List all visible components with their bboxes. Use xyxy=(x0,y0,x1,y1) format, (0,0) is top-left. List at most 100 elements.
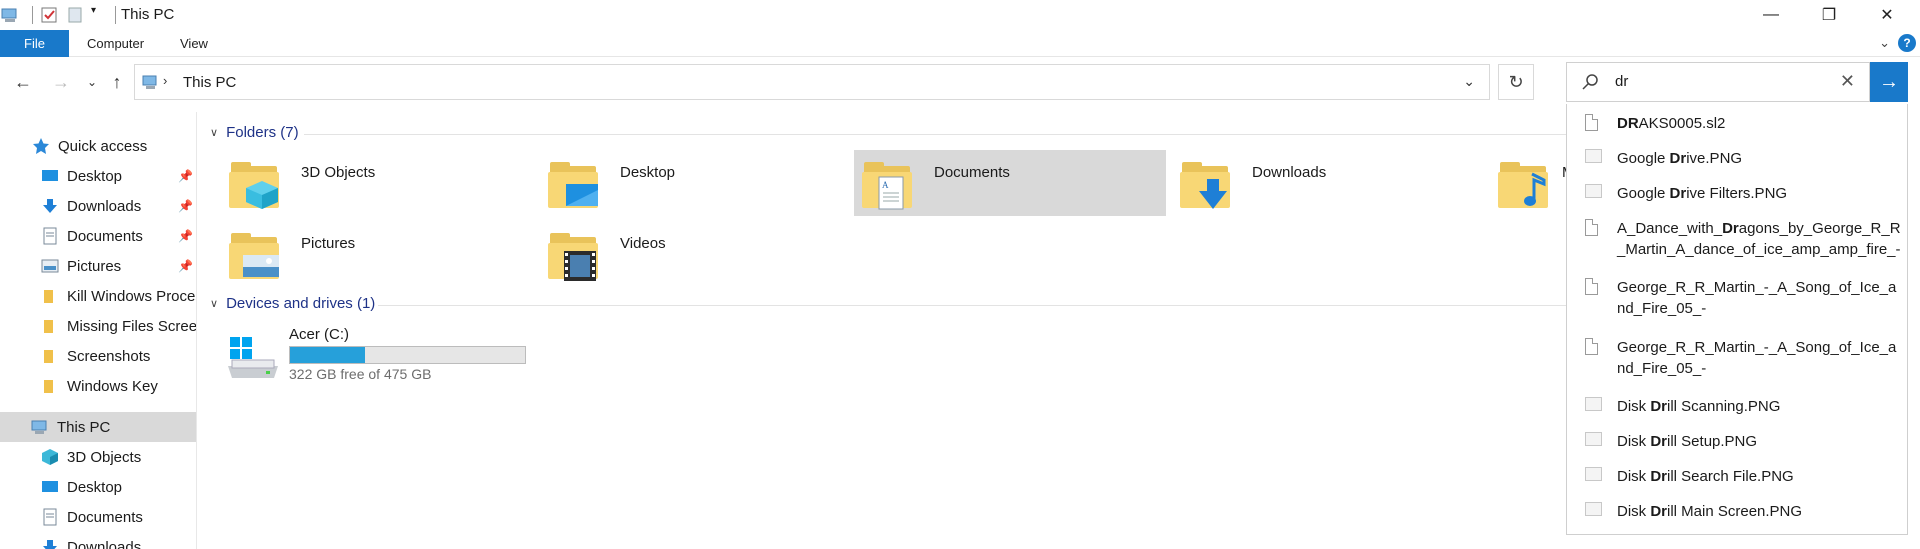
sidebar-item-desktop[interactable]: Desktop 📌 xyxy=(0,161,196,191)
folder-documents-icon: A xyxy=(862,158,914,210)
sidebar-item-downloads[interactable]: Downloads 📌 xyxy=(0,191,196,221)
folder-tile-videos[interactable]: Videos xyxy=(540,221,852,287)
sidebar-item-windows-key[interactable]: Windows Key xyxy=(0,371,196,401)
expand-ribbon-icon[interactable]: ⌄ xyxy=(1879,35,1890,51)
tab-view[interactable]: View xyxy=(180,30,208,57)
sidebar-item-downloads-pc[interactable]: Downloads xyxy=(0,532,196,549)
download-icon xyxy=(41,197,59,215)
pin-icon[interactable]: 📌 xyxy=(178,169,193,183)
recent-locations-button[interactable]: ⌄ xyxy=(78,68,106,96)
folder-tile-pictures[interactable]: Pictures xyxy=(221,221,533,287)
search-suggestion-item[interactable]: Disk Drill Setup.PNG xyxy=(1567,428,1907,463)
file-icon xyxy=(1585,219,1601,237)
sidebar-item-documents[interactable]: Documents 📌 xyxy=(0,221,196,251)
breadcrumb[interactable]: This PC xyxy=(183,74,236,91)
customize-toolbar-icon[interactable]: ▾ xyxy=(91,5,103,25)
search-suggestion-item[interactable]: Disk Drill Main Screen.PNG xyxy=(1567,498,1907,533)
pin-icon[interactable]: 📌 xyxy=(178,229,193,243)
address-bar[interactable]: › This PC ⌄ xyxy=(134,64,1490,100)
search-suggestion-label: Disk Drill Setup.PNG xyxy=(1617,433,1758,450)
folder-pictures-icon xyxy=(229,229,281,281)
folder-tile-desktop[interactable]: Desktop xyxy=(540,150,852,216)
sidebar-item-missing-files-screen[interactable]: Missing Files Screen xyxy=(0,311,196,341)
navigation-bar: ← → ⌄ ↑ › This PC ⌄ ↻ dr ✕ → xyxy=(0,62,1920,102)
sidebar-item-label: Downloads xyxy=(67,538,142,549)
sidebar-item-desktop-pc[interactable]: Desktop xyxy=(0,472,196,502)
pc-icon[interactable] xyxy=(0,5,20,25)
sidebar-item-documents-pc[interactable]: Documents xyxy=(0,502,196,532)
folder-tile-music[interactable]: M xyxy=(1490,150,1566,216)
new-folder-icon[interactable] xyxy=(65,5,85,25)
search-suggestion-label: George_R_R_Martin_-_A_Song_of_Ice_and_Fi… xyxy=(1617,339,1897,377)
search-suggestion-item[interactable]: Google Drive.PNG xyxy=(1567,145,1907,180)
sidebar-item-screenshots[interactable]: Screenshots xyxy=(0,341,196,371)
sidebar-item-3d-objects[interactable]: 3D Objects xyxy=(0,442,196,472)
svg-text:A: A xyxy=(882,180,889,190)
search-suggestion-item[interactable]: George_R_R_Martin_-_A_Song_of_Ice_and_Fi… xyxy=(1567,334,1907,393)
folder-tile-documents[interactable]: A Documents xyxy=(854,150,1166,216)
folder-tile-downloads[interactable]: Downloads xyxy=(1172,150,1484,216)
search-suggestion-label: Disk Drill Search File.PNG xyxy=(1617,468,1794,485)
folder-icon xyxy=(41,287,59,305)
sidebar-item-label: Documents xyxy=(67,508,143,526)
search-suggestion-item[interactable]: Disk Drill Scanning.PNG xyxy=(1567,393,1907,428)
close-button[interactable]: ✕ xyxy=(1858,0,1916,30)
pin-icon[interactable]: 📌 xyxy=(178,259,193,273)
refresh-button[interactable]: ↻ xyxy=(1498,64,1534,100)
image-file-icon xyxy=(1585,184,1602,202)
search-box[interactable]: dr ✕ xyxy=(1566,62,1870,102)
navigation-pane: Quick access Desktop 📌 Downloads 📌 Docum… xyxy=(0,130,196,549)
back-button[interactable]: ← xyxy=(9,68,37,96)
file-icon xyxy=(1585,114,1601,132)
window-title: This PC xyxy=(121,6,175,23)
quick-access-toolbar: ▾ xyxy=(0,5,122,25)
sidebar-item-kill-windows-proces[interactable]: Kill Windows Proces xyxy=(0,281,196,311)
search-suggestion-item[interactable]: Google Drive Filters.PNG xyxy=(1567,180,1907,215)
pc-icon xyxy=(31,418,49,436)
title-bar: ▾ This PC — ❐ ✕ xyxy=(0,0,1920,30)
sidebar-item-label: This PC xyxy=(57,418,111,436)
folder-tile-3d-objects[interactable]: 3D Objects xyxy=(221,150,533,216)
maximize-button[interactable]: ❐ xyxy=(1800,0,1858,30)
properties-icon[interactable] xyxy=(39,5,59,25)
file-icon xyxy=(1585,338,1601,356)
chevron-down-icon[interactable]: ⌄ xyxy=(1463,73,1475,90)
clear-search-icon[interactable]: ✕ xyxy=(1840,71,1855,92)
sidebar-item-label: Screenshots xyxy=(67,347,151,365)
help-icon[interactable]: ? xyxy=(1898,34,1916,52)
folder-label: 3D Objects xyxy=(301,164,376,181)
sidebar-item-label: Downloads xyxy=(67,197,142,215)
tab-file[interactable]: File xyxy=(0,30,69,57)
pictures-icon xyxy=(41,257,59,275)
sidebar-item-this-pc[interactable]: This PC xyxy=(0,412,196,442)
folder-icon xyxy=(41,377,59,395)
pane-divider[interactable] xyxy=(196,112,197,549)
search-suggestion-item[interactable]: DRAKS0005.sl2 xyxy=(1567,110,1907,145)
search-input[interactable]: dr xyxy=(1615,73,1628,90)
sidebar-item-quick-access[interactable]: Quick access xyxy=(0,131,196,161)
drive-tile-c[interactable]: Acer (C:) 322 GB free of 475 GB xyxy=(222,320,542,390)
pin-icon[interactable]: 📌 xyxy=(178,199,193,213)
folder-label: Downloads xyxy=(1252,164,1327,181)
drives-section-header[interactable]: ∨ Devices and drives (1) xyxy=(210,295,375,312)
folder-icon xyxy=(41,347,59,365)
chevron-right-icon[interactable]: › xyxy=(163,73,167,88)
chevron-down-icon: ∨ xyxy=(210,127,219,139)
drive-usage-fill xyxy=(290,347,366,363)
folder-desktop-icon xyxy=(548,158,600,210)
search-go-button[interactable]: → xyxy=(1870,62,1908,102)
search-suggestion-item[interactable]: Disk Drill Search File.PNG xyxy=(1567,463,1907,498)
search-suggestion-label: George_R_R_Martin_-_A_Song_of_Ice_and_Fi… xyxy=(1617,279,1897,317)
documents-icon xyxy=(41,508,59,526)
folders-section-header[interactable]: ∨ Folders (7) xyxy=(210,124,299,141)
forward-button[interactable]: → xyxy=(47,68,75,96)
search-suggestion-item[interactable]: George_R_R_Martin_-_A_Song_of_Ice_and_Fi… xyxy=(1567,274,1907,334)
sidebar-item-label: Kill Windows Proces xyxy=(67,287,196,305)
minimize-button[interactable]: — xyxy=(1742,0,1800,30)
divider xyxy=(115,6,116,24)
section-title: Folders (7) xyxy=(226,124,299,141)
tab-computer[interactable]: Computer xyxy=(87,30,144,57)
search-suggestion-item[interactable]: A_Dance_with_Dragons_by_George_R_R_Marti… xyxy=(1567,215,1907,274)
up-button[interactable]: ↑ xyxy=(103,68,131,96)
sidebar-item-pictures[interactable]: Pictures 📌 xyxy=(0,251,196,281)
